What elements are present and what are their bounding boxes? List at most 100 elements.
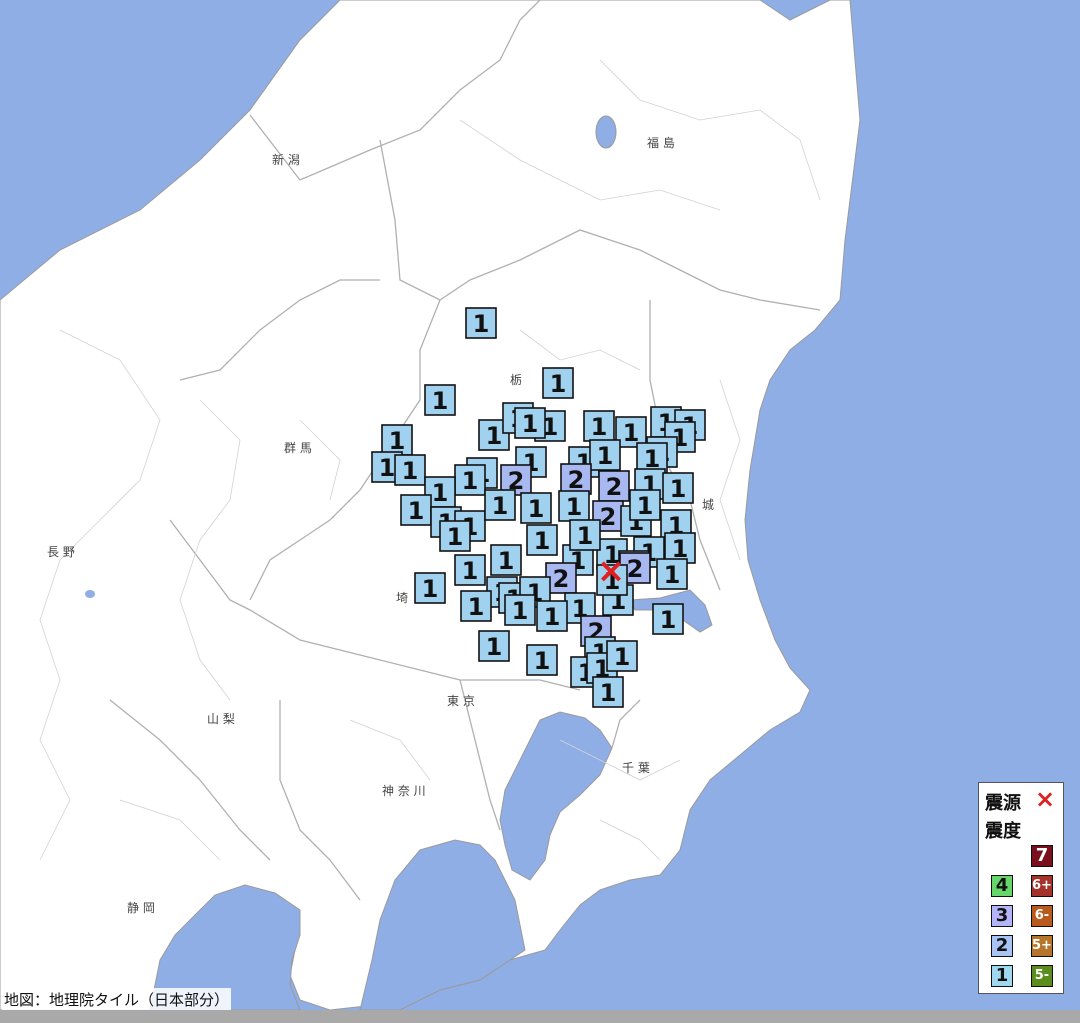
intensity-marker-value: 1 xyxy=(447,523,464,551)
intensity-marker-value: 1 xyxy=(664,561,681,589)
intensity-marker[interactable]: 1 xyxy=(414,572,446,604)
intensity-marker-value: 2 xyxy=(553,565,570,593)
intensity-marker[interactable]: 1 xyxy=(400,494,432,526)
intensity-marker-value: 1 xyxy=(498,547,515,575)
intensity-marker[interactable]: 1 xyxy=(439,520,471,552)
intensity-marker-value: 1 xyxy=(591,413,608,441)
intensity-marker[interactable]: 1 xyxy=(394,454,426,486)
earthquake-intensity-map: 新 潟 福 島 栃 群 馬 長 野 城 埼 東 京 山 梨 神 奈 川 千 葉 … xyxy=(0,0,1080,1023)
map-canvas: 新 潟 福 島 栃 群 馬 長 野 城 埼 東 京 山 梨 神 奈 川 千 葉 … xyxy=(0,0,1080,1023)
intensity-marker-value: 1 xyxy=(637,492,654,520)
intensity-marker-value: 1 xyxy=(534,527,551,555)
intensity-marker-value: 1 xyxy=(577,522,594,550)
intensity-marker-value: 2 xyxy=(627,555,644,583)
intensity-marker[interactable]: 1 xyxy=(454,464,486,496)
intensity-marker[interactable]: 1 xyxy=(381,424,413,456)
intensity-marker-value: 1 xyxy=(462,467,479,495)
intensity-marker[interactable]: 1 xyxy=(424,384,456,416)
intensity-marker-value: 2 xyxy=(606,473,623,501)
pref-label-ibaraki: 城 xyxy=(702,498,714,512)
intensity-marker[interactable]: 2 xyxy=(560,463,592,495)
epicenter-marker[interactable]: × xyxy=(597,551,626,591)
legend-swatch-5plus: 5+ xyxy=(1031,935,1053,957)
pref-label-nagano: 長 野 xyxy=(47,545,75,559)
intensity-marker[interactable]: 1 xyxy=(490,544,522,576)
intensity-marker[interactable]: 1 xyxy=(656,558,688,590)
intensity-marker[interactable]: 1 xyxy=(465,307,497,339)
intensity-marker[interactable]: 1 xyxy=(589,439,621,471)
intensity-marker-value: 1 xyxy=(528,495,545,523)
pref-label-niigata: 新 潟 xyxy=(272,152,300,167)
intensity-marker-value: 1 xyxy=(534,647,551,675)
intensity-marker[interactable]: 1 xyxy=(460,590,492,622)
intensity-marker-value: 1 xyxy=(422,575,439,603)
intensity-marker-value: 1 xyxy=(660,606,677,634)
intensity-marker-value: 1 xyxy=(468,593,485,621)
intensity-marker[interactable]: 1 xyxy=(484,489,516,521)
intensity-marker[interactable]: 1 xyxy=(592,676,624,708)
intensity-marker[interactable]: 1 xyxy=(504,594,536,626)
intensity-marker-value: 1 xyxy=(402,457,419,485)
intensity-marker-value: 1 xyxy=(432,479,449,507)
intensity-marker-value: 1 xyxy=(614,643,631,671)
pref-label-tokyo: 東 京 xyxy=(447,694,475,708)
intensity-marker[interactable]: 1 xyxy=(478,630,510,662)
legend-swatch-6minus: 6- xyxy=(1031,905,1053,927)
intensity-marker-value: 1 xyxy=(462,557,479,585)
legend-swatch-2: 2 xyxy=(991,935,1013,957)
intensity-marker-value: 1 xyxy=(597,442,614,470)
intensity-marker-value: 1 xyxy=(550,370,567,398)
intensity-marker-value: 1 xyxy=(544,603,561,631)
intensity-marker-value: 1 xyxy=(408,497,425,525)
bottom-bar xyxy=(0,1010,1080,1023)
legend-epicenter-label: 震源 xyxy=(985,793,1021,814)
pref-label-yamanashi: 山 梨 xyxy=(207,712,235,726)
legend-swatch-4: 4 xyxy=(991,875,1013,897)
pref-label-gunma: 群 馬 xyxy=(284,441,312,455)
lake-suwa xyxy=(85,590,95,598)
pref-label-saitama: 埼 xyxy=(396,591,408,605)
intensity-marker[interactable]: 1 xyxy=(526,644,558,676)
intensity-marker[interactable]: 1 xyxy=(536,600,568,632)
intensity-marker-value: 1 xyxy=(379,454,396,482)
intensity-marker-value: 1 xyxy=(389,427,406,455)
intensity-marker[interactable]: 1 xyxy=(454,554,486,586)
intensity-marker[interactable]: 1 xyxy=(662,472,694,504)
intensity-marker-value: 2 xyxy=(568,466,585,494)
intensity-marker[interactable]: 1 xyxy=(569,519,601,551)
intensity-marker-value: 1 xyxy=(600,679,617,707)
intensity-marker[interactable]: 1 xyxy=(542,367,574,399)
intensity-marker[interactable]: 1 xyxy=(520,492,552,524)
legend-swatch-6plus: 6+ xyxy=(1031,875,1053,897)
intensity-marker[interactable]: 1 xyxy=(526,524,558,556)
intensity-marker-value: 1 xyxy=(492,492,509,520)
intensity-marker-value: 1 xyxy=(512,597,529,625)
intensity-marker[interactable]: 1 xyxy=(583,410,615,442)
intensity-marker-value: 1 xyxy=(486,633,503,661)
pref-label-tochigi: 栃 xyxy=(510,373,522,387)
intensity-marker[interactable]: 2 xyxy=(598,470,630,502)
legend-intensity-label: 震度 xyxy=(985,821,1021,842)
intensity-marker-value: 2 xyxy=(600,503,617,531)
legend-swatch-3: 3 xyxy=(991,905,1013,927)
legend-swatch-7: 7 xyxy=(1031,845,1053,867)
intensity-marker-value: 1 xyxy=(473,310,490,338)
intensity-marker[interactable]: 1 xyxy=(629,489,661,521)
intensity-marker[interactable]: 1 xyxy=(652,603,684,635)
pref-label-fukushima: 福 島 xyxy=(647,135,675,150)
intensity-marker-value: 1 xyxy=(486,422,503,450)
legend-swatch-5minus: 5- xyxy=(1031,965,1053,987)
intensity-marker[interactable]: 1 xyxy=(558,490,590,522)
pref-label-shizuoka: 静 岡 xyxy=(127,901,155,915)
intensity-marker-value: 1 xyxy=(566,493,583,521)
pref-label-chiba: 千 葉 xyxy=(622,761,650,775)
legend-swatch-1: 1 xyxy=(991,965,1013,987)
intensity-marker-value: 1 xyxy=(670,475,687,503)
map-attribution: 地図：地理院タイル（日本部分） xyxy=(2,988,232,1011)
legend: 震源 × 震度 7 4 6+ 3 6- 2 5+ 1 5- xyxy=(978,782,1064,994)
legend-epicenter-icon: × xyxy=(1035,785,1056,813)
intensity-marker[interactable]: 1 xyxy=(514,407,546,439)
intensity-marker[interactable]: 1 xyxy=(606,640,638,672)
pref-label-kanagawa: 神 奈 川 xyxy=(382,784,426,798)
lake-inawashiro xyxy=(595,115,617,149)
